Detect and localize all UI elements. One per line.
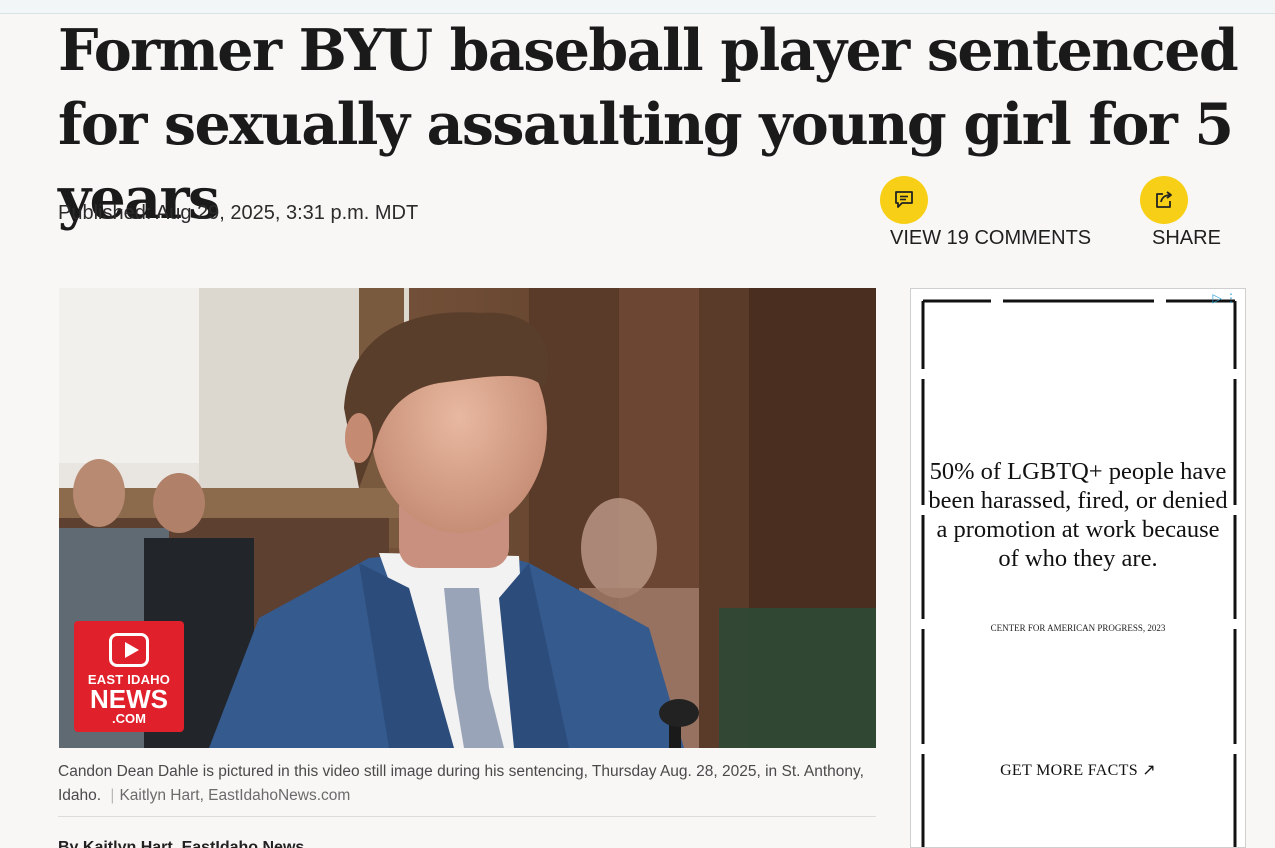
view-comments-label: VIEW 19 COMMENTS <box>890 227 1092 249</box>
byline-text: By Kaitlyn Hart, EastIdaho News <box>58 839 305 848</box>
ad-source: CENTER FOR AMERICAN PROGRESS, 2023 <box>990 623 1166 633</box>
caption-separator: | <box>110 787 115 804</box>
sidebar-advertisement[interactable]: ▷ ⋮ 50% of LGBTQ+ people have been haras… <box>910 288 1246 848</box>
divider <box>58 816 876 817</box>
adchoices-icon[interactable]: ▷ ⋮ <box>1212 291 1237 305</box>
play-icon <box>109 633 149 667</box>
share-button[interactable]: SHARE <box>1140 176 1230 250</box>
comment-icon <box>880 176 928 224</box>
share-icon <box>1140 176 1188 224</box>
share-label: SHARE <box>1152 227 1221 249</box>
logo-line3: .COM <box>112 711 146 726</box>
published-timestamp: Published: Aug 29, 2025, 3:31 p.m. MDT <box>58 202 419 224</box>
photo-credit: Kaitlyn Hart, EastIdahoNews.com <box>119 787 351 804</box>
ad-body-text: 50% of LGBTQ+ people have been harassed,… <box>928 458 1228 572</box>
image-caption: Candon Dean Dahle is pictured in this vi… <box>58 760 876 808</box>
view-comments-button[interactable]: VIEW 19 COMMENTS <box>880 176 1091 250</box>
logo-line2: NEWS <box>90 684 168 714</box>
east-idaho-news-logo: EAST IDAHO NEWS .COM <box>74 621 184 732</box>
get-more-facts-link[interactable]: GET MORE FACTS ↗ <box>925 760 1231 780</box>
byline: By Kaitlyn Hart, EastIdaho News <box>58 838 358 848</box>
top-border <box>0 0 1275 14</box>
